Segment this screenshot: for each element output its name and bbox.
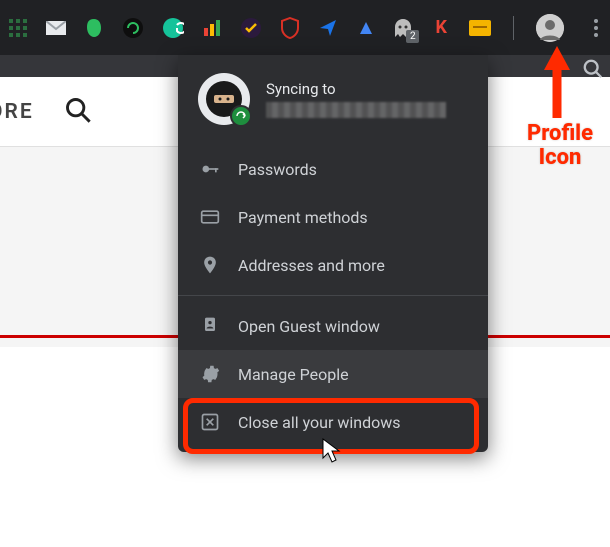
menu-item-guest[interactable]: Open Guest window (178, 302, 488, 350)
card-icon[interactable] (469, 17, 491, 39)
app-launcher-icon[interactable] (8, 17, 28, 39)
gmail-icon[interactable] (46, 17, 66, 39)
ghost-icon[interactable]: 2 (394, 17, 414, 39)
guest-icon (200, 316, 220, 336)
menu-item-label: Payment methods (238, 208, 368, 227)
menu-item-addresses[interactable]: Addresses and more (178, 241, 488, 289)
grammarly-icon[interactable] (162, 17, 184, 39)
annotation-label: Profile Icon (520, 122, 600, 170)
search-icon[interactable] (64, 96, 92, 128)
speed-icon[interactable] (356, 17, 376, 39)
todoist-icon[interactable] (240, 17, 262, 39)
profile-avatar-button[interactable] (536, 14, 564, 42)
menu-divider (178, 295, 488, 296)
menu-item-manage-people[interactable]: Manage People (178, 350, 488, 398)
circle-arrow-icon[interactable] (122, 17, 144, 39)
profile-menu-avatar (198, 73, 250, 125)
send-icon[interactable] (318, 17, 338, 39)
menu-item-payment[interactable]: Payment methods (178, 193, 488, 241)
menu-item-label: Passwords (238, 160, 317, 179)
menu-item-label: Addresses and more (238, 256, 385, 275)
credit-card-icon (200, 207, 220, 227)
menu-item-label: Close all your windows (238, 413, 401, 432)
page-search-icon[interactable] (582, 58, 604, 84)
badge-count: 2 (406, 30, 419, 43)
sync-email-obscured (266, 102, 446, 118)
gear-icon (200, 364, 220, 384)
analytics-icon[interactable] (202, 17, 222, 39)
key-icon (200, 159, 220, 179)
menu-item-passwords[interactable]: Passwords (178, 145, 488, 193)
profile-menu-header: Syncing to (178, 55, 488, 145)
pin-icon (200, 255, 220, 275)
sync-label: Syncing to (266, 80, 446, 98)
close-window-icon (200, 412, 220, 432)
k-letter-icon[interactable]: K (431, 17, 451, 39)
menu-item-label: Manage People (238, 365, 349, 384)
shield-icon[interactable] (280, 17, 300, 39)
kebab-menu-icon[interactable] (594, 19, 598, 37)
profile-menu: Syncing to Passwords Payment methods Add… (178, 55, 488, 452)
nav-tab-partial[interactable]: ORE (0, 100, 34, 124)
toolbar-separator (513, 16, 514, 40)
menu-item-label: Open Guest window (238, 317, 380, 336)
annotation-arrow (542, 46, 572, 122)
evernote-icon[interactable] (84, 17, 104, 39)
browser-toolbar: 2 K (0, 0, 610, 55)
cursor-icon (322, 438, 342, 468)
sync-badge-icon (230, 105, 252, 127)
